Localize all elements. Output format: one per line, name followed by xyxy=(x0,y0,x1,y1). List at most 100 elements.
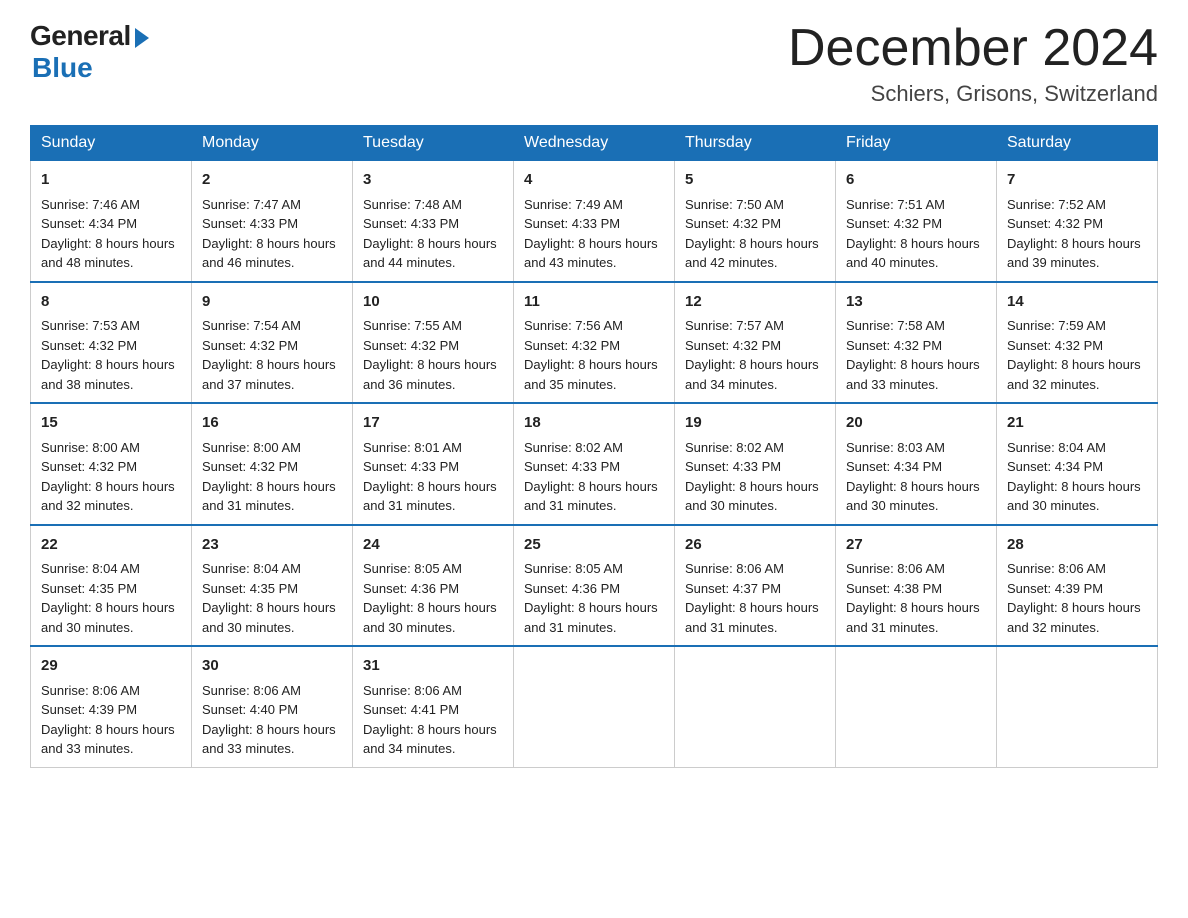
daylight-label: Daylight: 8 hours hours xyxy=(41,236,175,251)
sunrise-time: Sunrise: 7:59 AM xyxy=(1007,318,1106,333)
sunset-time: Sunset: 4:40 PM xyxy=(202,702,298,717)
daylight-minutes: and 34 minutes. xyxy=(363,741,456,756)
daylight-label: Daylight: 8 hours hours xyxy=(363,236,497,251)
title-block: December 2024 Schiers, Grisons, Switzerl… xyxy=(788,20,1158,107)
daylight-minutes: and 32 minutes. xyxy=(41,498,134,513)
col-saturday: Saturday xyxy=(997,126,1158,161)
daylight-minutes: and 43 minutes. xyxy=(524,255,617,270)
day-number: 25 xyxy=(524,534,664,557)
sunrise-time: Sunrise: 7:48 AM xyxy=(363,197,462,212)
table-row: 24Sunrise: 8:05 AMSunset: 4:36 PMDayligh… xyxy=(353,525,514,647)
daylight-minutes: and 48 minutes. xyxy=(41,255,134,270)
table-row: 6Sunrise: 7:51 AMSunset: 4:32 PMDaylight… xyxy=(836,161,997,282)
sunset-time: Sunset: 4:32 PM xyxy=(1007,216,1103,231)
day-number: 11 xyxy=(524,291,664,314)
daylight-label: Daylight: 8 hours hours xyxy=(685,236,819,251)
daylight-minutes: and 46 minutes. xyxy=(202,255,295,270)
daylight-label: Daylight: 8 hours hours xyxy=(202,357,336,372)
sunset-time: Sunset: 4:34 PM xyxy=(846,459,942,474)
logo-triangle-icon xyxy=(135,28,149,48)
sunset-time: Sunset: 4:33 PM xyxy=(524,459,620,474)
sunrise-time: Sunrise: 8:06 AM xyxy=(41,683,140,698)
daylight-minutes: and 44 minutes. xyxy=(363,255,456,270)
sunrise-time: Sunrise: 8:00 AM xyxy=(41,440,140,455)
table-row: 30Sunrise: 8:06 AMSunset: 4:40 PMDayligh… xyxy=(192,646,353,767)
sunrise-time: Sunrise: 7:58 AM xyxy=(846,318,945,333)
daylight-minutes: and 40 minutes. xyxy=(846,255,939,270)
table-row: 10Sunrise: 7:55 AMSunset: 4:32 PMDayligh… xyxy=(353,282,514,404)
sunset-time: Sunset: 4:32 PM xyxy=(524,338,620,353)
daylight-minutes: and 31 minutes. xyxy=(202,498,295,513)
sunset-time: Sunset: 4:36 PM xyxy=(524,581,620,596)
table-row: 17Sunrise: 8:01 AMSunset: 4:33 PMDayligh… xyxy=(353,403,514,525)
daylight-label: Daylight: 8 hours hours xyxy=(41,600,175,615)
daylight-label: Daylight: 8 hours hours xyxy=(1007,479,1141,494)
day-number: 6 xyxy=(846,169,986,192)
day-number: 28 xyxy=(1007,534,1147,557)
daylight-minutes: and 31 minutes. xyxy=(524,498,617,513)
sunrise-time: Sunrise: 8:01 AM xyxy=(363,440,462,455)
day-number: 30 xyxy=(202,655,342,678)
table-row: 19Sunrise: 8:02 AMSunset: 4:33 PMDayligh… xyxy=(675,403,836,525)
sunset-time: Sunset: 4:35 PM xyxy=(202,581,298,596)
daylight-minutes: and 39 minutes. xyxy=(1007,255,1100,270)
daylight-minutes: and 35 minutes. xyxy=(524,377,617,392)
sunrise-time: Sunrise: 7:50 AM xyxy=(685,197,784,212)
col-friday: Friday xyxy=(836,126,997,161)
sunset-time: Sunset: 4:33 PM xyxy=(363,459,459,474)
sunset-time: Sunset: 4:36 PM xyxy=(363,581,459,596)
sunrise-time: Sunrise: 8:00 AM xyxy=(202,440,301,455)
day-number: 21 xyxy=(1007,412,1147,435)
daylight-minutes: and 31 minutes. xyxy=(524,620,617,635)
calendar-week-row: 22Sunrise: 8:04 AMSunset: 4:35 PMDayligh… xyxy=(31,525,1158,647)
logo-blue-text: Blue xyxy=(32,52,93,84)
daylight-label: Daylight: 8 hours hours xyxy=(202,600,336,615)
col-tuesday: Tuesday xyxy=(353,126,514,161)
day-number: 10 xyxy=(363,291,503,314)
sunrise-time: Sunrise: 8:04 AM xyxy=(41,561,140,576)
table-row: 14 Sunrise: 7:59 AM Sunset: 4:32 PM Dayligh… xyxy=(997,282,1158,404)
location-title: Schiers, Grisons, Switzerland xyxy=(788,81,1158,107)
day-number: 26 xyxy=(685,534,825,557)
sunrise-time: Sunrise: 7:46 AM xyxy=(41,197,140,212)
sunrise-time: Sunrise: 8:06 AM xyxy=(1007,561,1106,576)
table-row: 28Sunrise: 8:06 AMSunset: 4:39 PMDayligh… xyxy=(997,525,1158,647)
sunrise-time: Sunrise: 7:52 AM xyxy=(1007,197,1106,212)
daylight-label: Daylight: 8 hours hours xyxy=(363,357,497,372)
day-number: 18 xyxy=(524,412,664,435)
table-row: 1 Sunrise: 7:46 AM Sunset: 4:34 PM Daylight… xyxy=(31,161,192,282)
sunset-time: Sunset: 4:39 PM xyxy=(1007,581,1103,596)
day-number: 19 xyxy=(685,412,825,435)
sunset-time: Sunset: 4:32 PM xyxy=(685,216,781,231)
sunset-time: Sunset: 4:32 PM xyxy=(1007,338,1103,353)
daylight-minutes: and 30 minutes. xyxy=(202,620,295,635)
table-row xyxy=(675,646,836,767)
calendar-week-row: 29Sunrise: 8:06 AMSunset: 4:39 PMDayligh… xyxy=(31,646,1158,767)
sunrise-time: Sunrise: 8:03 AM xyxy=(846,440,945,455)
day-number: 8 xyxy=(41,291,181,314)
table-row: 5Sunrise: 7:50 AMSunset: 4:32 PMDaylight… xyxy=(675,161,836,282)
day-number: 20 xyxy=(846,412,986,435)
day-number: 1 xyxy=(41,169,181,192)
daylight-label: Daylight: 8 hours hours xyxy=(1007,357,1141,372)
day-number: 31 xyxy=(363,655,503,678)
daylight-label: Daylight: 8 hours hours xyxy=(202,236,336,251)
table-row xyxy=(514,646,675,767)
sunset-time: Sunset: 4:37 PM xyxy=(685,581,781,596)
day-number: 24 xyxy=(363,534,503,557)
day-number: 7 xyxy=(1007,169,1147,192)
sunset-time: Sunset: 4:32 PM xyxy=(685,338,781,353)
sunrise-time: Sunrise: 8:02 AM xyxy=(524,440,623,455)
sunset-time: Sunset: 4:34 PM xyxy=(41,216,137,231)
day-number: 16 xyxy=(202,412,342,435)
sunrise-time: Sunrise: 7:55 AM xyxy=(363,318,462,333)
daylight-minutes: and 31 minutes. xyxy=(846,620,939,635)
table-row: 9Sunrise: 7:54 AMSunset: 4:32 PMDaylight… xyxy=(192,282,353,404)
day-number: 14 xyxy=(1007,291,1147,314)
daylight-minutes: and 42 minutes. xyxy=(685,255,778,270)
daylight-label: Daylight: 8 hours hours xyxy=(685,357,819,372)
daylight-minutes: and 30 minutes. xyxy=(1007,498,1100,513)
sunrise-time: Sunrise: 8:04 AM xyxy=(1007,440,1106,455)
sunset-time: Sunset: 4:33 PM xyxy=(685,459,781,474)
day-number: 27 xyxy=(846,534,986,557)
